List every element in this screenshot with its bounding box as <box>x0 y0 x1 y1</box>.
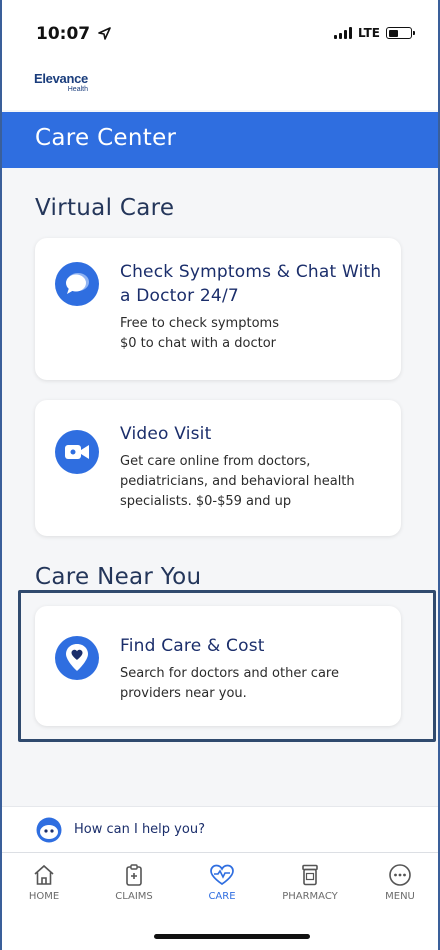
card-title-line: Check Symptoms & Chat With <box>120 262 382 282</box>
phone-screen: 10:07 LTE Elevance Health Care Center Vi… <box>0 0 440 950</box>
logo-bar: Elevance Health <box>2 58 438 110</box>
tab-label: PHARMACY <box>282 891 338 902</box>
assistant-prompt: How can I help you? <box>74 822 205 837</box>
highlight-box <box>18 590 436 742</box>
tab-home[interactable]: HOME <box>4 863 84 902</box>
video-camera-icon <box>55 430 99 474</box>
home-icon <box>34 864 54 885</box>
tab-label: HOME <box>28 891 60 902</box>
card-description: Free to check symptoms $0 to chat with a… <box>120 314 385 354</box>
assistant-bar[interactable]: How can I help you? <box>2 806 438 852</box>
battery-level <box>388 29 398 37</box>
battery-icon <box>386 27 415 39</box>
page-title: Care Center <box>35 125 177 151</box>
brand-sub: Health <box>67 86 88 93</box>
status-bar: 10:07 LTE <box>2 0 438 58</box>
clipboard-icon <box>126 864 142 886</box>
tab-label: CARE <box>208 891 236 902</box>
heart-pulse-icon <box>210 864 234 886</box>
brand-logo[interactable]: Elevance Health <box>34 72 88 93</box>
section-title-care-near-you: Care Near You <box>35 564 202 590</box>
card-title: Video Visit <box>120 422 385 446</box>
card-description: Get care online from doctors, pediatrici… <box>120 452 385 512</box>
tab-care[interactable]: CARE <box>182 863 262 902</box>
tab-label: MENU <box>385 891 415 902</box>
card-video-visit[interactable]: Video Visit Get care online from doctors… <box>35 400 401 536</box>
card-text-line: pediatricians, and behavioral health <box>120 474 355 489</box>
status-indicators: LTE <box>333 26 415 40</box>
card-text-line: $0 to chat with a doctor <box>120 336 276 351</box>
card-title-line: a Doctor 24/7 <box>120 286 239 306</box>
section-title-virtual-care: Virtual Care <box>35 195 175 221</box>
tab-menu[interactable]: MENU <box>360 863 438 902</box>
card-title: Check Symptoms & Chat With a Doctor 24/7 <box>120 260 385 308</box>
status-time: 10:07 <box>36 24 111 44</box>
brand-name: Elevance <box>34 71 88 86</box>
card-check-symptoms[interactable]: Check Symptoms & Chat With a Doctor 24/7… <box>35 238 401 380</box>
chat-bubble-icon <box>55 262 99 306</box>
card-text-line: Get care online from doctors, <box>120 454 311 469</box>
home-indicator[interactable] <box>154 934 310 939</box>
card-text-line: Free to check symptoms <box>120 316 279 331</box>
tab-label: CLAIMS <box>115 891 153 902</box>
assistant-avatar-icon <box>36 817 62 843</box>
tab-pharmacy[interactable]: PHARMACY <box>270 863 350 902</box>
tab-claims[interactable]: CLAIMS <box>94 863 174 902</box>
network-label: LTE <box>357 26 380 40</box>
status-time-text: 10:07 <box>36 24 91 44</box>
card-text-line: specialists. $0-$59 and up <box>120 494 292 509</box>
page-header: Care Center <box>2 112 438 168</box>
signal-icon <box>333 27 352 39</box>
pill-bottle-icon <box>302 864 318 886</box>
location-arrow-icon <box>98 27 111 40</box>
more-dots-icon <box>389 864 411 886</box>
card-title-line: Video Visit <box>120 424 212 444</box>
